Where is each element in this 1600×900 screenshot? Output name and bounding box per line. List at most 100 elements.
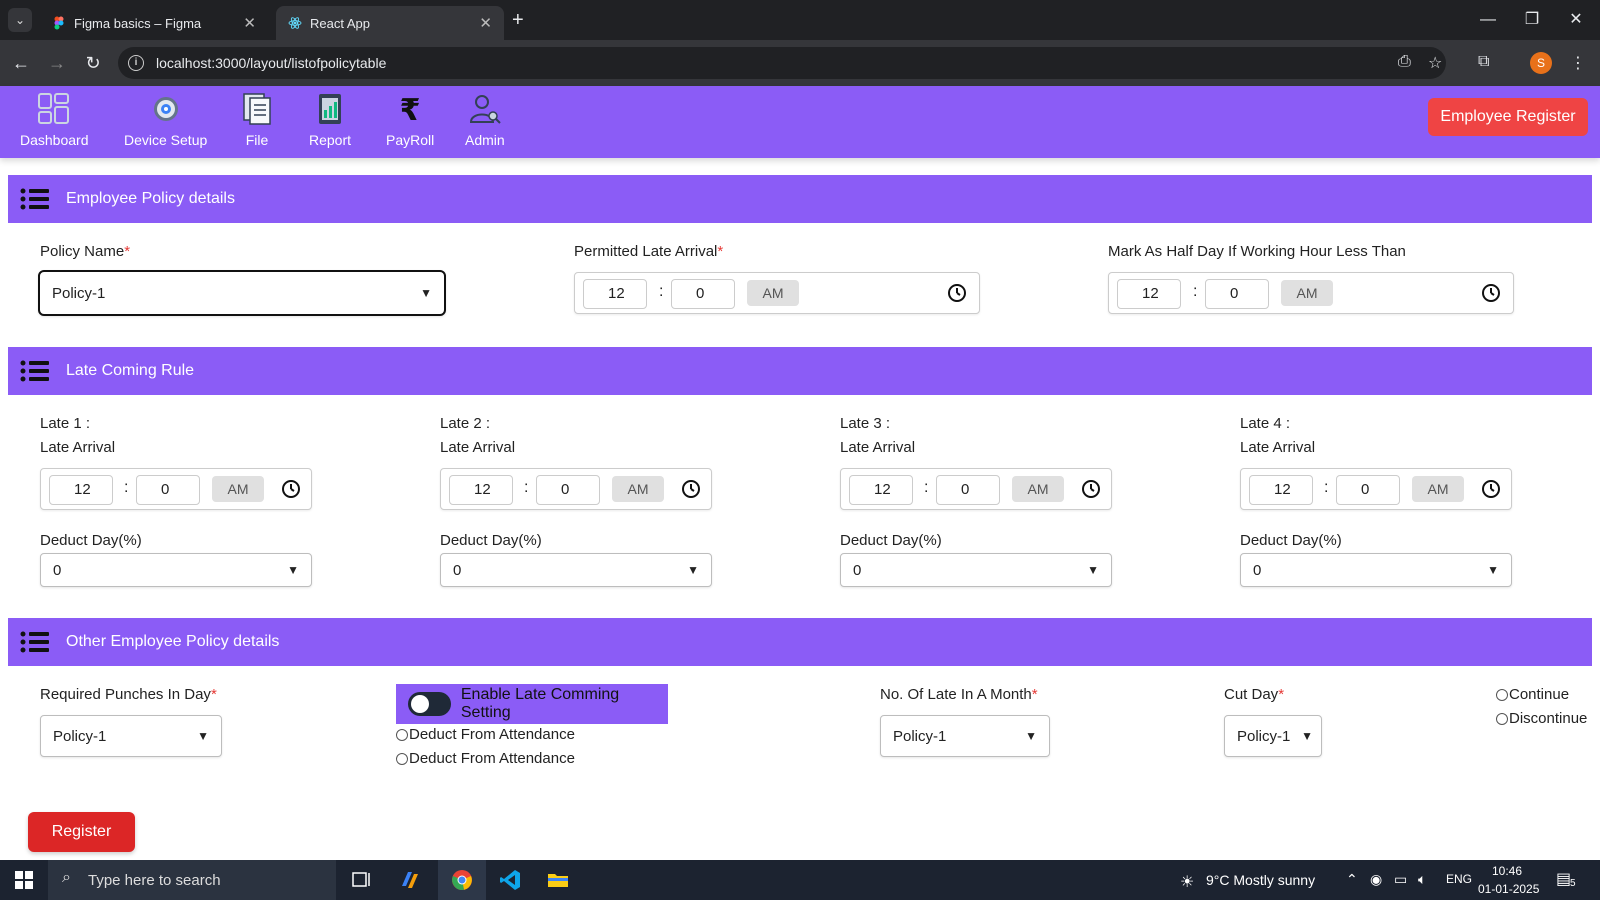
language-indicator[interactable]: ENG — [1446, 872, 1472, 886]
volume-icon[interactable]: 🔈︎ — [1418, 871, 1426, 888]
hour-input[interactable]: 12 — [849, 475, 913, 505]
site-info-icon[interactable]: i — [128, 55, 144, 71]
close-icon[interactable]: ✕ — [243, 14, 256, 32]
url-text: localhost:3000/layout/listofpolicytable — [156, 55, 387, 71]
permitted-late-time-picker: 12 : 0 AM — [574, 272, 980, 314]
tab-react-app[interactable]: React App ✕ — [276, 6, 504, 40]
chevron-up-icon[interactable]: ⌃ — [1346, 871, 1358, 888]
chevron-down-icon: ▼ — [1487, 563, 1499, 577]
app-header: Dashboard Device Setup File Report ₹ Pay… — [0, 86, 1600, 158]
restore-icon[interactable]: ❐ — [1512, 6, 1552, 34]
back-icon[interactable]: ← — [8, 50, 34, 76]
search-icon: ⌕ — [62, 869, 71, 886]
late-title: Late 1 : — [40, 415, 91, 432]
nav-dashboard[interactable]: Dashboard — [20, 92, 89, 148]
tab-figma[interactable]: Figma basics – Figma ✕ — [40, 6, 268, 40]
deduct-day-select[interactable]: 0 ▼ — [840, 553, 1112, 587]
nav-payroll[interactable]: ₹ PayRoll — [386, 92, 434, 148]
radio-deduct-attendance-2[interactable]: Deduct From Attendance — [396, 750, 575, 767]
nav-admin[interactable]: Admin — [465, 92, 505, 148]
windows-start-icon[interactable] — [12, 868, 36, 892]
employee-register-button[interactable]: Employee Register — [1428, 98, 1588, 136]
radio-button[interactable] — [1496, 688, 1508, 701]
nav-file[interactable]: File — [240, 92, 274, 148]
ampm-toggle[interactable]: AM — [1012, 476, 1064, 502]
list-icon — [20, 188, 49, 210]
hour-input[interactable]: 12 — [1249, 475, 1313, 505]
network-icon[interactable]: ▭ — [1394, 871, 1407, 888]
close-window-icon[interactable]: ✕ — [1556, 6, 1596, 34]
bookmark-star-icon[interactable]: ☆ — [1428, 53, 1442, 73]
radio-button[interactable] — [1496, 712, 1508, 725]
section-employee-policy: Employee Policy details — [8, 175, 1592, 223]
copilot-icon[interactable] — [398, 868, 422, 892]
minute-input[interactable]: 0 — [936, 475, 1000, 505]
address-bar[interactable]: i localhost:3000/layout/listofpolicytabl… — [118, 47, 1446, 79]
minute-input[interactable]: 0 — [1205, 279, 1269, 309]
hour-input[interactable]: 12 — [49, 475, 113, 505]
clock-icon[interactable] — [947, 283, 967, 303]
section-other-policy: Other Employee Policy details — [8, 618, 1592, 666]
deduct-day-select[interactable]: 0 ▼ — [440, 553, 712, 587]
clock-icon[interactable] — [1481, 283, 1501, 303]
clock-icon[interactable] — [1081, 479, 1101, 499]
deduct-day-select[interactable]: 0 ▼ — [1240, 553, 1512, 587]
browser-menu-icon[interactable]: ⋮ — [1570, 53, 1586, 73]
hour-input[interactable]: 12 — [1117, 279, 1181, 309]
reload-icon[interactable]: ↻ — [80, 50, 106, 76]
install-app-icon[interactable]: ⎙ — [1398, 53, 1411, 71]
tab-title: React App — [310, 15, 370, 31]
minute-input[interactable]: 0 — [136, 475, 200, 505]
hour-input[interactable]: 12 — [449, 475, 513, 505]
ampm-toggle[interactable]: AM — [612, 476, 664, 502]
forward-icon[interactable]: → — [44, 50, 70, 76]
nav-report[interactable]: Report — [309, 92, 351, 148]
policy-name-select[interactable]: Policy-1 ▼ — [38, 270, 446, 316]
ampm-toggle[interactable]: AM — [1281, 280, 1333, 306]
close-icon[interactable]: ✕ — [479, 14, 492, 32]
clock-date[interactable]: 01-01-2025 — [1478, 882, 1539, 896]
nav-device-setup[interactable]: Device Setup — [124, 92, 207, 148]
weather-text[interactable]: 9°C Mostly sunny — [1206, 872, 1315, 888]
hour-input[interactable]: 12 — [583, 279, 647, 309]
new-tab-button[interactable]: + — [512, 8, 524, 32]
extensions-icon[interactable]: ⧉ — [1478, 53, 1489, 71]
tab-search-button[interactable]: ⌄ — [8, 8, 32, 32]
radio-button[interactable] — [396, 752, 408, 765]
notification-icon[interactable]: ▤ — [1556, 869, 1571, 889]
ampm-toggle[interactable]: AM — [1412, 476, 1464, 502]
radio-discontinue[interactable]: Discontinue — [1496, 710, 1587, 727]
taskbar-search-box[interactable]: ⌕ Type here to search — [48, 860, 336, 900]
radio-continue[interactable]: Continue — [1496, 686, 1569, 703]
vscode-icon[interactable] — [498, 868, 522, 892]
radio-button[interactable] — [396, 728, 408, 741]
radio-deduct-attendance-1[interactable]: Deduct From Attendance — [396, 726, 575, 743]
cut-day-select[interactable]: Policy-1 ▼ — [1224, 715, 1322, 757]
clock-icon[interactable] — [681, 479, 701, 499]
meet-now-icon[interactable]: ◉ — [1370, 871, 1382, 888]
late-3-time-picker: 12 : 0 AM — [840, 468, 1112, 510]
task-view-icon[interactable] — [350, 868, 374, 892]
chrome-icon[interactable] — [450, 868, 474, 892]
clock-icon[interactable] — [281, 479, 301, 499]
clock-icon[interactable] — [1481, 479, 1501, 499]
late-coming-setting-toggle[interactable]: Enable Late Comming Setting — [396, 684, 668, 724]
react-icon — [288, 17, 302, 29]
late-month-select[interactable]: Policy-1 ▼ — [880, 715, 1050, 757]
file-explorer-icon[interactable] — [546, 868, 570, 892]
register-button[interactable]: Register — [28, 812, 135, 852]
section-title: Employee Policy details — [66, 190, 235, 207]
punches-select[interactable]: Policy-1 ▼ — [40, 715, 222, 757]
profile-avatar[interactable]: S — [1530, 52, 1552, 74]
minute-input[interactable]: 0 — [1336, 475, 1400, 505]
clock-time[interactable]: 10:46 — [1492, 864, 1522, 878]
minute-input[interactable]: 0 — [671, 279, 735, 309]
ampm-toggle[interactable]: AM — [747, 280, 799, 306]
minimize-icon[interactable]: — — [1468, 6, 1508, 34]
punches-label: Required Punches In Day* — [40, 686, 217, 703]
chevron-down-icon: ▼ — [287, 563, 299, 577]
deduct-day-select[interactable]: 0 ▼ — [40, 553, 312, 587]
ampm-toggle[interactable]: AM — [212, 476, 264, 502]
minute-input[interactable]: 0 — [536, 475, 600, 505]
toggle-switch[interactable] — [408, 692, 451, 716]
